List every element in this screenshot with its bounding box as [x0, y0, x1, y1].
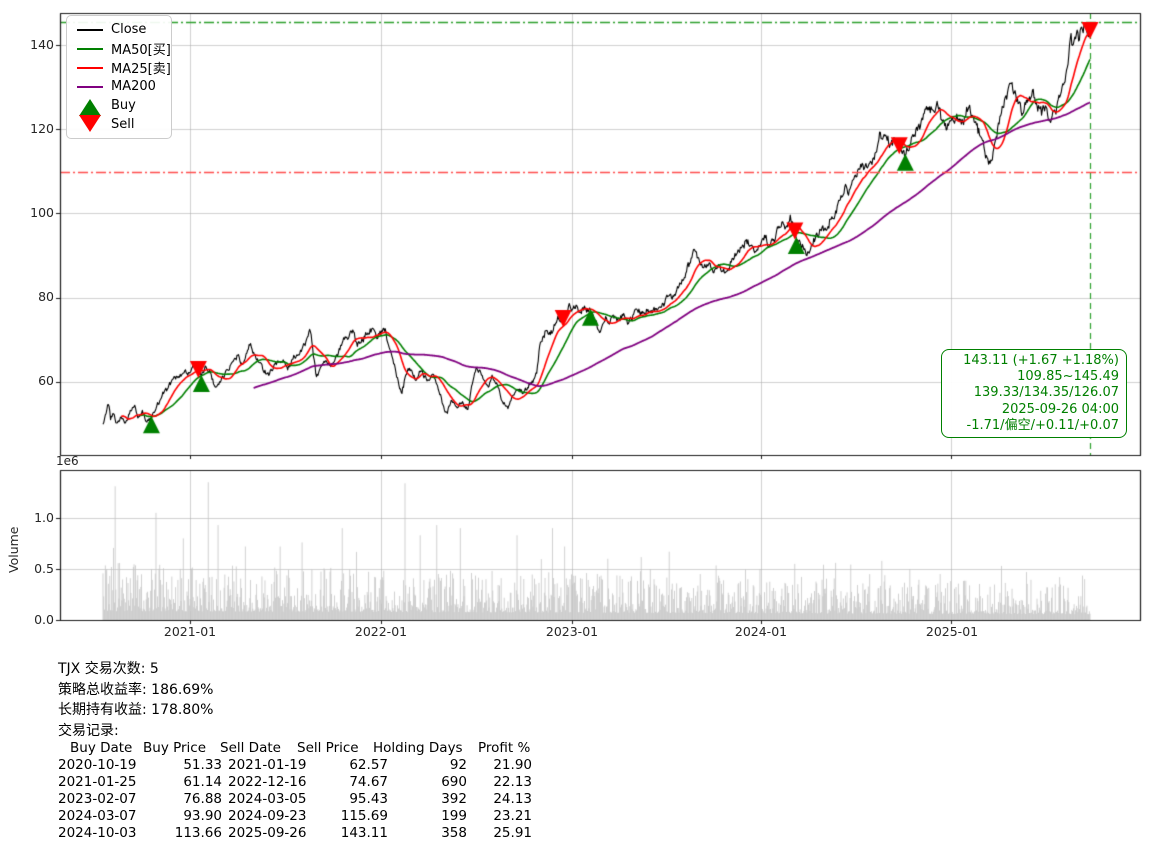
volume-ytick-0.0: 0.0 — [18, 612, 54, 627]
col-holding-days: Holding Days — [373, 740, 463, 756]
col-profit: Profit % — [478, 740, 530, 756]
price-ytick-100: 100 — [18, 205, 54, 220]
legend-item-ma25: MA25[卖] — [75, 58, 163, 77]
price-ytick-120: 120 — [18, 121, 54, 136]
quote-info-box: 143.11 (+1.67 +1.18%) 109.85~145.49 139.… — [941, 349, 1127, 438]
trade-row: 2024-03-07 93.90 2024-09-23 115.69 199 2… — [58, 808, 658, 825]
hold-return-line: 长期持有收益: 178.80% — [58, 699, 658, 720]
legend-item-buy: Buy — [75, 96, 163, 115]
col-sell-date: Sell Date — [220, 740, 281, 756]
xtick-2022-01: 2022-01 — [346, 624, 416, 639]
info-ma-values: 139.33/134.35/126.07 — [949, 385, 1119, 401]
trade-row: 2024-10-03 113.66 2025-09-26 143.11 358 … — [58, 825, 658, 842]
trade-table-header: Buy Date Buy Price Sell Date Sell Price … — [58, 740, 658, 757]
info-range: 109.85~145.49 — [949, 369, 1119, 385]
ma50-line-swatch — [75, 48, 105, 50]
ma200-line-swatch — [75, 86, 105, 88]
ma25-line-swatch — [75, 67, 105, 69]
volume-ytick-1.0: 1.0 — [18, 510, 54, 525]
info-datetime: 2025-09-26 04:00 — [949, 402, 1119, 418]
legend-label: MA50[买] — [111, 39, 171, 58]
trade-row: 2020-10-19 51.33 2021-01-19 62.57 92 21.… — [58, 757, 658, 774]
xtick-2025-01: 2025-01 — [917, 624, 987, 639]
trade-count-line: TJX 交易次数: 5 — [58, 658, 658, 679]
price-ytick-80: 80 — [18, 289, 54, 304]
legend-label: MA200 — [111, 79, 156, 94]
figure: Close MA50[买] MA25[卖] MA200 Buy Sell 140… — [0, 0, 1152, 852]
xtick-2021-01: 2021-01 — [155, 624, 225, 639]
volume-axis-label: Volume — [6, 527, 21, 574]
xtick-2024-01: 2024-01 — [726, 624, 796, 639]
xtick-2023-01: 2023-01 — [537, 624, 607, 639]
price-volume-chart — [0, 0, 1152, 655]
close-line-swatch — [75, 29, 105, 31]
volume-scale-label: 1e6 — [56, 454, 79, 468]
legend-label: Close — [111, 22, 146, 37]
legend-item-ma200: MA200 — [75, 77, 163, 96]
strategy-return-line: 策略总收益率: 186.69% — [58, 679, 658, 700]
price-ytick-140: 140 — [18, 37, 54, 52]
info-price-change: 143.11 (+1.67 +1.18%) — [949, 353, 1119, 369]
summary-block: TJX 交易次数: 5 策略总收益率: 186.69% 长期持有收益: 178.… — [58, 658, 658, 842]
legend-label: Buy — [111, 98, 136, 113]
col-sell-price: Sell Price — [297, 740, 359, 756]
sell-triangle-icon — [75, 115, 105, 134]
legend-label: MA25[卖] — [111, 58, 171, 77]
volume-ytick-0.5: 0.5 — [18, 561, 54, 576]
trade-row: 2023-02-07 76.88 2024-03-05 95.43 392 24… — [58, 791, 658, 808]
legend-item-close: Close — [75, 20, 163, 39]
trade-table: Buy Date Buy Price Sell Date Sell Price … — [58, 740, 658, 842]
col-buy-price: Buy Price — [143, 740, 206, 756]
legend-item-sell: Sell — [75, 115, 163, 134]
col-buy-date: Buy Date — [70, 740, 132, 756]
info-bias: -1.71/偏空/+0.11/+0.07 — [949, 418, 1119, 434]
legend-item-ma50: MA50[买] — [75, 39, 163, 58]
legend: Close MA50[买] MA25[卖] MA200 Buy Sell — [66, 15, 172, 139]
legend-label: Sell — [111, 117, 134, 132]
trade-row: 2021-01-25 61.14 2022-12-16 74.67 690 22… — [58, 774, 658, 791]
buy-triangle-icon — [75, 96, 105, 116]
trade-record-title: 交易记录: — [58, 720, 658, 741]
price-ytick-60: 60 — [18, 373, 54, 388]
